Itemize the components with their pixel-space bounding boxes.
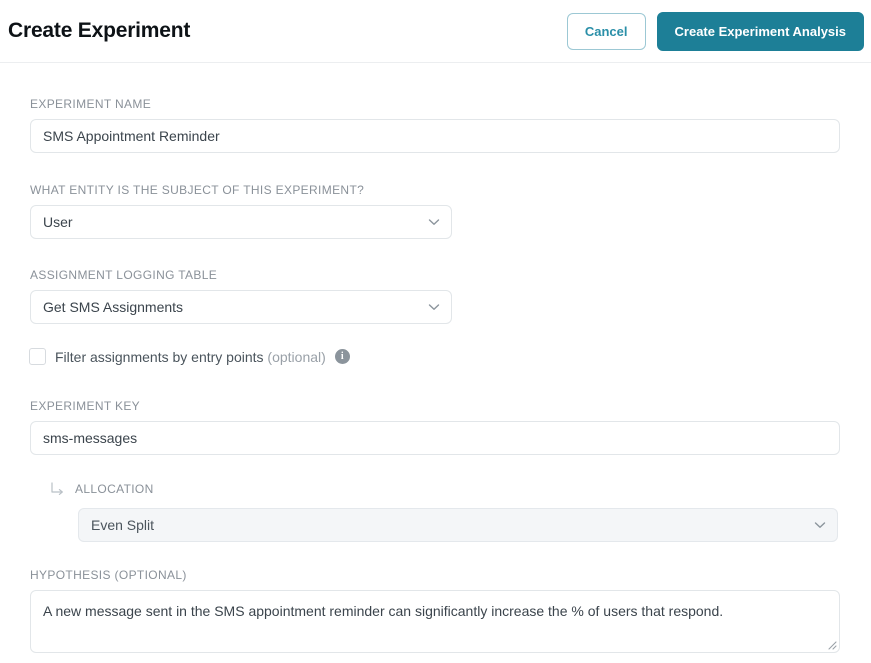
- header-actions: Cancel Create Experiment Analysis: [566, 11, 865, 51]
- allocation-select[interactable]: Even Split: [78, 508, 838, 542]
- assignment-logging-table-label: ASSIGNMENT LOGGING TABLE: [30, 268, 218, 282]
- allocation-header: ALLOCATION: [30, 481, 840, 497]
- page-title: Create Experiment: [8, 19, 191, 42]
- entity-field: WHAT ENTITY IS THE SUBJECT OF THIS EXPER…: [30, 184, 452, 239]
- page-header: Create Experiment Cancel Create Experime…: [0, 0, 871, 63]
- experiment-key-label: EXPERIMENT KEY: [30, 399, 141, 413]
- entity-select-value: User: [43, 214, 73, 230]
- experiment-key-field: EXPERIMENT KEY: [30, 400, 840, 455]
- hypothesis-label: HYPOTHESIS (OPTIONAL): [30, 568, 187, 582]
- experiment-name-input[interactable]: [30, 119, 840, 153]
- assignment-logging-table-field: ASSIGNMENT LOGGING TABLE Get SMS Assignm…: [30, 269, 452, 324]
- hypothesis-field: HYPOTHESIS (OPTIONAL) A new message sent…: [30, 569, 840, 653]
- allocation-label: ALLOCATION: [75, 482, 154, 496]
- entity-label: WHAT ENTITY IS THE SUBJECT OF THIS EXPER…: [30, 183, 365, 197]
- filter-assignments-text: Filter assignments by entry points: [55, 348, 264, 365]
- assignment-logging-table-select[interactable]: Get SMS Assignments: [30, 290, 452, 324]
- filter-assignments-row: Filter assignments by entry points (opti…: [29, 348, 350, 365]
- experiment-name-field: EXPERIMENT NAME: [30, 98, 840, 153]
- resize-handle-icon[interactable]: [824, 637, 837, 650]
- experiment-key-input[interactable]: [30, 421, 840, 455]
- allocation-field: ALLOCATION Even Split: [30, 481, 840, 542]
- filter-assignments-label: Filter assignments by entry points (opti…: [55, 349, 326, 365]
- create-experiment-page: Create Experiment Cancel Create Experime…: [0, 0, 871, 663]
- hypothesis-value: A new message sent in the SMS appointmen…: [43, 603, 724, 619]
- cancel-button[interactable]: Cancel: [566, 12, 646, 50]
- filter-assignments-checkbox[interactable]: [29, 348, 46, 365]
- elbow-arrow-icon: [50, 481, 66, 497]
- assignment-logging-table-value: Get SMS Assignments: [43, 299, 184, 315]
- entity-select[interactable]: User: [30, 205, 452, 239]
- experiment-name-label: EXPERIMENT NAME: [30, 97, 152, 111]
- allocation-value: Even Split: [91, 517, 155, 533]
- create-experiment-analysis-button[interactable]: Create Experiment Analysis: [656, 11, 864, 51]
- info-icon[interactable]: i: [334, 349, 350, 364]
- filter-assignments-optional: (optional): [267, 348, 326, 365]
- hypothesis-textarea[interactable]: A new message sent in the SMS appointmen…: [30, 590, 840, 653]
